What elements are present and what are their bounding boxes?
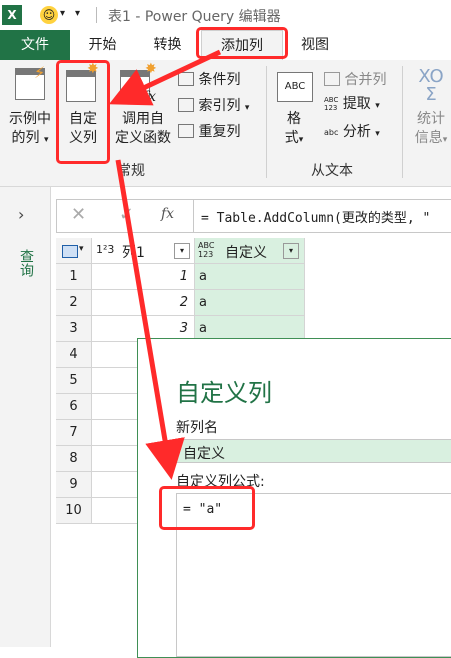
chevron-down-icon: ▾: [43, 135, 49, 145]
invoke-function-label-1: 调用自: [122, 111, 164, 127]
formula-separator: [193, 200, 194, 232]
row-number[interactable]: 8: [56, 446, 92, 472]
parse-label: 分析: [342, 124, 371, 140]
format-label-1: 格: [287, 111, 301, 127]
highlight-formula-value: [159, 486, 255, 530]
merge-columns-button[interactable]: 合并列: [324, 69, 386, 89]
cell-column-1[interactable]: 1: [92, 264, 195, 290]
cell-custom[interactable]: a: [195, 290, 305, 316]
column-from-examples-label-1: 示例中: [9, 111, 51, 127]
new-column-name-value: 自定义: [183, 446, 225, 462]
expand-pane-icon[interactable]: ›: [18, 205, 24, 224]
row-number[interactable]: 1: [56, 264, 92, 290]
statistics-button[interactable]: 统计 信息▾: [408, 110, 451, 150]
column-header-2-label: 自定义: [225, 245, 267, 261]
extract-label: 提取: [342, 96, 371, 112]
number-type-icon[interactable]: 1²3: [96, 243, 114, 256]
row-number[interactable]: 5: [56, 368, 92, 394]
row-number[interactable]: 7: [56, 420, 92, 446]
column-from-examples-icon: ⚡: [15, 63, 45, 100]
tab-transform[interactable]: 转换: [140, 30, 195, 60]
tab-file[interactable]: 文件: [0, 30, 70, 60]
function-icon: fx ✸: [120, 61, 157, 105]
group-label-general: 常规: [117, 163, 145, 179]
table-header: ▾ 1²3 列1 ▾ ABC 123 自定义 ▾: [56, 238, 306, 264]
column-header-1[interactable]: 1²3 列1 ▾: [92, 238, 195, 264]
table-row[interactable]: 1 1 a: [0, 264, 310, 290]
parse-icon: abc: [324, 128, 339, 137]
statistics-icon: XO Σ: [418, 66, 444, 105]
fx-icon[interactable]: fx: [161, 206, 174, 222]
formula-bar: ✕ ✓ fx = Table.AddColumn(更改的类型, ": [56, 199, 451, 233]
format-button[interactable]: 格 式▾: [276, 110, 312, 150]
conditional-column-label: 条件列: [198, 72, 241, 88]
group-divider: [266, 66, 267, 178]
customize-toolbar-icon[interactable]: ▾: [75, 8, 80, 19]
highlight-custom-column-button: [56, 60, 110, 164]
merge-columns-icon: [324, 72, 340, 86]
group-divider: [402, 66, 403, 178]
invoke-function-label-2: 定义函数: [115, 130, 171, 146]
index-column-button[interactable]: 索引列 ▾: [178, 95, 249, 115]
new-column-name-input[interactable]: 自定义: [176, 439, 451, 463]
duplicate-column-icon: [178, 124, 194, 138]
chevron-down-icon: ▾: [244, 103, 250, 113]
highlight-add-column-tab: [196, 27, 288, 59]
row-number[interactable]: 2: [56, 290, 92, 316]
confirm-icon[interactable]: ✓: [119, 204, 134, 225]
table-menu-cell[interactable]: ▾: [56, 238, 92, 264]
cancel-icon[interactable]: ✕: [71, 204, 86, 225]
smiley-icon[interactable]: ☺: [40, 6, 58, 24]
format-label-2: 式: [284, 130, 299, 146]
statistics-label-1: 统计: [417, 111, 445, 127]
statistics-label-2: 信息: [414, 130, 443, 146]
table-row[interactable]: 2 2 a: [0, 290, 310, 316]
row-number[interactable]: 4: [56, 342, 92, 368]
duplicate-column-label: 重复列: [198, 124, 241, 140]
cell-custom[interactable]: a: [195, 264, 305, 290]
dropdown-arrow-icon[interactable]: ▾: [60, 8, 65, 19]
extract-button[interactable]: ABC 123 提取 ▾: [324, 93, 380, 113]
parse-button[interactable]: abc 分析 ▾: [324, 121, 380, 141]
group-label-from-text: 从文本: [311, 163, 353, 179]
merge-columns-label: 合并列: [344, 72, 387, 88]
row-number[interactable]: 6: [56, 394, 92, 420]
index-column-icon: [178, 98, 194, 112]
duplicate-column-button[interactable]: 重复列: [178, 121, 240, 141]
abc123-icon: ABC 123: [324, 96, 339, 112]
conditional-column-button[interactable]: 条件列: [178, 69, 240, 89]
row-number[interactable]: 9: [56, 472, 92, 498]
index-column-label: 索引列: [198, 98, 241, 114]
any-type-icon[interactable]: ABC 123: [198, 241, 214, 259]
column-header-1-label: 列1: [122, 245, 145, 261]
format-icon: ABC: [277, 72, 313, 102]
tab-home[interactable]: 开始: [75, 30, 130, 60]
chevron-down-icon: ▾: [375, 129, 380, 139]
column-from-examples-label-2: 的列: [11, 130, 40, 146]
conditional-column-icon: [178, 72, 194, 86]
dialog-title: 自定义列: [176, 379, 272, 407]
filter-dropdown-icon[interactable]: ▾: [283, 243, 299, 259]
window-title: 表1 - Power Query 编辑器: [108, 9, 281, 25]
chevron-down-icon: ▾: [375, 101, 380, 111]
excel-logo-icon: X: [2, 5, 22, 25]
column-header-2[interactable]: ABC 123 自定义 ▾: [195, 238, 305, 264]
column-from-examples-button[interactable]: 示例中 的列 ▾: [4, 110, 56, 150]
chevron-down-icon: ▾: [298, 135, 304, 145]
invoke-custom-function-button[interactable]: 调用自 定义函数: [112, 110, 174, 148]
chevron-down-icon: ▾: [442, 135, 448, 145]
tab-view[interactable]: 视图: [290, 30, 340, 60]
table-menu-icon: [62, 245, 78, 258]
cell-column-1[interactable]: 2: [92, 290, 195, 316]
row-number[interactable]: 3: [56, 316, 92, 342]
row-number[interactable]: 10: [56, 498, 92, 524]
filter-dropdown-icon[interactable]: ▾: [174, 243, 190, 259]
title-separator: [96, 7, 97, 23]
chevron-down-icon: ▾: [79, 244, 84, 254]
new-column-name-label: 新列名: [176, 420, 218, 436]
formula-input[interactable]: = Table.AddColumn(更改的类型, ": [201, 207, 430, 226]
